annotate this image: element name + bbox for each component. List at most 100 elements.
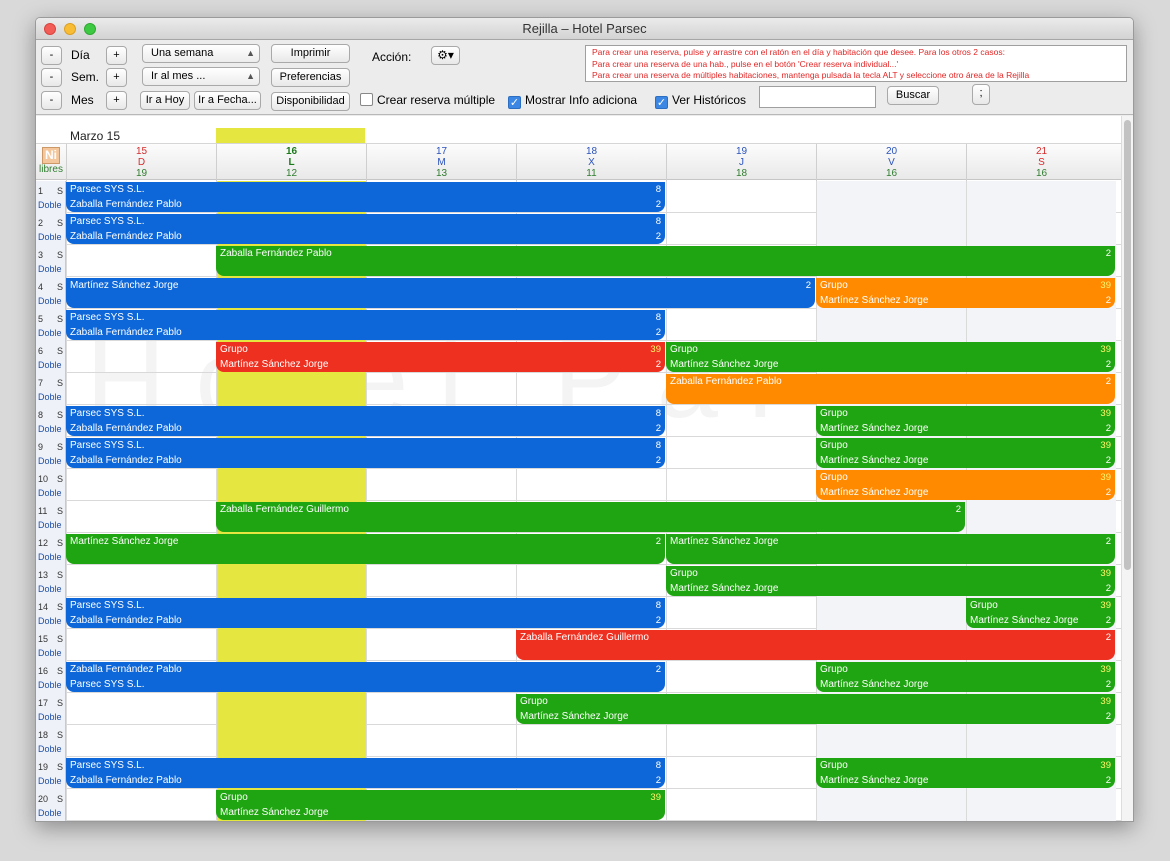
room-label[interactable]: 9 S Doble: [36, 437, 66, 469]
show-history-checkbox[interactable]: ✓ Ver Históricos: [655, 92, 746, 109]
room-label[interactable]: 12 S Doble: [36, 533, 66, 565]
month-minus-button[interactable]: -: [41, 91, 62, 110]
reservation-bar[interactable]: Grupo Martínez Sánchez Jorge 39 2: [816, 662, 1115, 692]
grid-cell[interactable]: [666, 309, 816, 341]
room-label[interactable]: 11 S Doble: [36, 501, 66, 533]
reservation-bar[interactable]: Grupo Martínez Sánchez Jorge 39 2: [216, 342, 665, 372]
grid-cell[interactable]: [366, 373, 516, 405]
grid-cell[interactable]: [66, 693, 216, 725]
room-label[interactable]: 20 S Doble: [36, 789, 66, 821]
week-plus-button[interactable]: +: [106, 68, 127, 87]
reservation-bar[interactable]: Zaballa Fernández Pablo 2: [666, 374, 1115, 404]
room-label[interactable]: 6 S Doble: [36, 341, 66, 373]
grid-cell[interactable]: [966, 309, 1116, 341]
grid-cell[interactable]: [216, 693, 366, 725]
grid-cell[interactable]: [216, 373, 366, 405]
grid-cell[interactable]: [966, 213, 1116, 245]
reservation-bar[interactable]: Parsec SYS S.L. Zaballa Fernández Pablo 8 2: [66, 182, 665, 212]
grid-cell[interactable]: [816, 309, 966, 341]
grid-cell[interactable]: [66, 341, 216, 373]
reservation-bar[interactable]: Parsec SYS S.L. Zaballa Fernández Pablo 8 2: [66, 310, 665, 340]
room-label[interactable]: 16 S Doble: [36, 661, 66, 693]
grid-cell[interactable]: [66, 725, 216, 757]
grid-cell[interactable]: [666, 469, 816, 501]
reservation-bar[interactable]: Grupo Martínez Sánchez Jorge 39 2: [666, 566, 1115, 596]
range-select[interactable]: Una semana ▲: [142, 44, 260, 63]
grid-cell[interactable]: [66, 501, 216, 533]
reservation-bar[interactable]: Grupo Martínez Sánchez Jorge 39 2: [816, 406, 1115, 436]
room-label[interactable]: 4 S Doble: [36, 277, 66, 309]
reservation-bar[interactable]: Parsec SYS S.L. Zaballa Fernández Pablo 8 2: [66, 406, 665, 436]
room-label[interactable]: 13 S Doble: [36, 565, 66, 597]
grid-cell[interactable]: [666, 405, 816, 437]
reservation-bar[interactable]: Grupo Martínez Sánchez Jorge 39 2: [816, 438, 1115, 468]
preferences-button[interactable]: Preferencias: [271, 68, 350, 87]
room-label[interactable]: 8 S Doble: [36, 405, 66, 437]
grid-cell[interactable]: [366, 469, 516, 501]
close-window-button[interactable]: [44, 23, 56, 35]
grid-cell[interactable]: [666, 789, 816, 821]
reservation-bar[interactable]: Martínez Sánchez Jorge 2: [66, 534, 665, 564]
grid-cell[interactable]: [66, 245, 216, 277]
grid-cell[interactable]: [216, 629, 366, 661]
reservation-bar[interactable]: Grupo Martínez Sánchez Jorge 39: [216, 790, 665, 820]
reservation-bar[interactable]: Parsec SYS S.L. Zaballa Fernández Pablo 8 2: [66, 214, 665, 244]
grid-cell[interactable]: [516, 725, 666, 757]
go-date-button[interactable]: Ir a Fecha...: [194, 91, 261, 110]
grid-cell[interactable]: [516, 373, 666, 405]
grid-cell[interactable]: [216, 565, 366, 597]
room-label[interactable]: 5 S Doble: [36, 309, 66, 341]
room-label[interactable]: 10 S Doble: [36, 469, 66, 501]
week-minus-button[interactable]: -: [41, 68, 62, 87]
reservation-grid[interactable]: Marzo 15 Ni libres 15 D 19 16 L 12 17 M 13 18 X 11 1…: [36, 116, 1122, 821]
grid-cell[interactable]: [366, 565, 516, 597]
reservation-bar[interactable]: Grupo Martínez Sánchez Jorge 39 2: [516, 694, 1115, 724]
grid-cell[interactable]: [666, 437, 816, 469]
grid-cell[interactable]: [966, 181, 1116, 213]
minimize-window-button[interactable]: [64, 23, 76, 35]
room-label[interactable]: 19 S Doble: [36, 757, 66, 789]
grid-cell[interactable]: [216, 469, 366, 501]
search-button[interactable]: Buscar: [887, 86, 939, 105]
grid-cell[interactable]: [666, 181, 816, 213]
reservation-bar[interactable]: Zaballa Fernández Pablo Parsec SYS S.L. 2: [66, 662, 665, 692]
room-label[interactable]: 17 S Doble: [36, 693, 66, 725]
grid-cell[interactable]: [366, 629, 516, 661]
grid-cell[interactable]: [966, 501, 1116, 533]
scrollbar-thumb[interactable]: [1124, 120, 1131, 570]
search-input[interactable]: [759, 86, 876, 108]
month-plus-button[interactable]: +: [106, 91, 127, 110]
reservation-bar[interactable]: Parsec SYS S.L. Zaballa Fernández Pablo 8 2: [66, 598, 665, 628]
reservation-bar[interactable]: Zaballa Fernández Pablo 2: [216, 246, 1115, 276]
reservation-bar[interactable]: Martínez Sánchez Jorge 2: [66, 278, 815, 308]
room-label[interactable]: 1 S Doble: [36, 181, 66, 213]
reservation-bar[interactable]: Zaballa Fernández Guillermo 2: [216, 502, 965, 532]
availability-button[interactable]: Disponibilidad: [271, 92, 350, 111]
grid-cell[interactable]: [666, 213, 816, 245]
room-label[interactable]: 14 S Doble: [36, 597, 66, 629]
grid-cell[interactable]: [816, 181, 966, 213]
grid-cell[interactable]: [816, 789, 966, 821]
create-multiple-checkbox[interactable]: Crear reserva múltiple: [360, 92, 495, 109]
grid-cell[interactable]: [216, 725, 366, 757]
grid-cell[interactable]: [516, 565, 666, 597]
reservation-bar[interactable]: Grupo Martínez Sánchez Jorge 39 2: [666, 342, 1115, 372]
grid-cell[interactable]: [816, 725, 966, 757]
day-minus-button[interactable]: -: [41, 46, 62, 65]
grid-cell[interactable]: [666, 661, 816, 693]
reservation-bar[interactable]: Grupo Martínez Sánchez Jorge 39 2: [816, 278, 1115, 308]
go-today-button[interactable]: Ir a Hoy: [140, 91, 190, 110]
room-label[interactable]: 7 S Doble: [36, 373, 66, 405]
grid-cell[interactable]: [516, 469, 666, 501]
reservation-bar[interactable]: Grupo Martínez Sánchez Jorge 39 2: [966, 598, 1115, 628]
grid-cell[interactable]: [66, 789, 216, 821]
grid-cell[interactable]: [666, 757, 816, 789]
grid-cell[interactable]: [66, 565, 216, 597]
room-label[interactable]: 18 S Doble: [36, 725, 66, 757]
grid-cell[interactable]: [366, 725, 516, 757]
reservation-bar[interactable]: Martínez Sánchez Jorge 2: [666, 534, 1115, 564]
action-gear-menu[interactable]: ⚙▾: [431, 46, 460, 65]
day-plus-button[interactable]: +: [106, 46, 127, 65]
reservation-bar[interactable]: Zaballa Fernández Guillermo 2: [516, 630, 1115, 660]
room-label[interactable]: 15 S Doble: [36, 629, 66, 661]
